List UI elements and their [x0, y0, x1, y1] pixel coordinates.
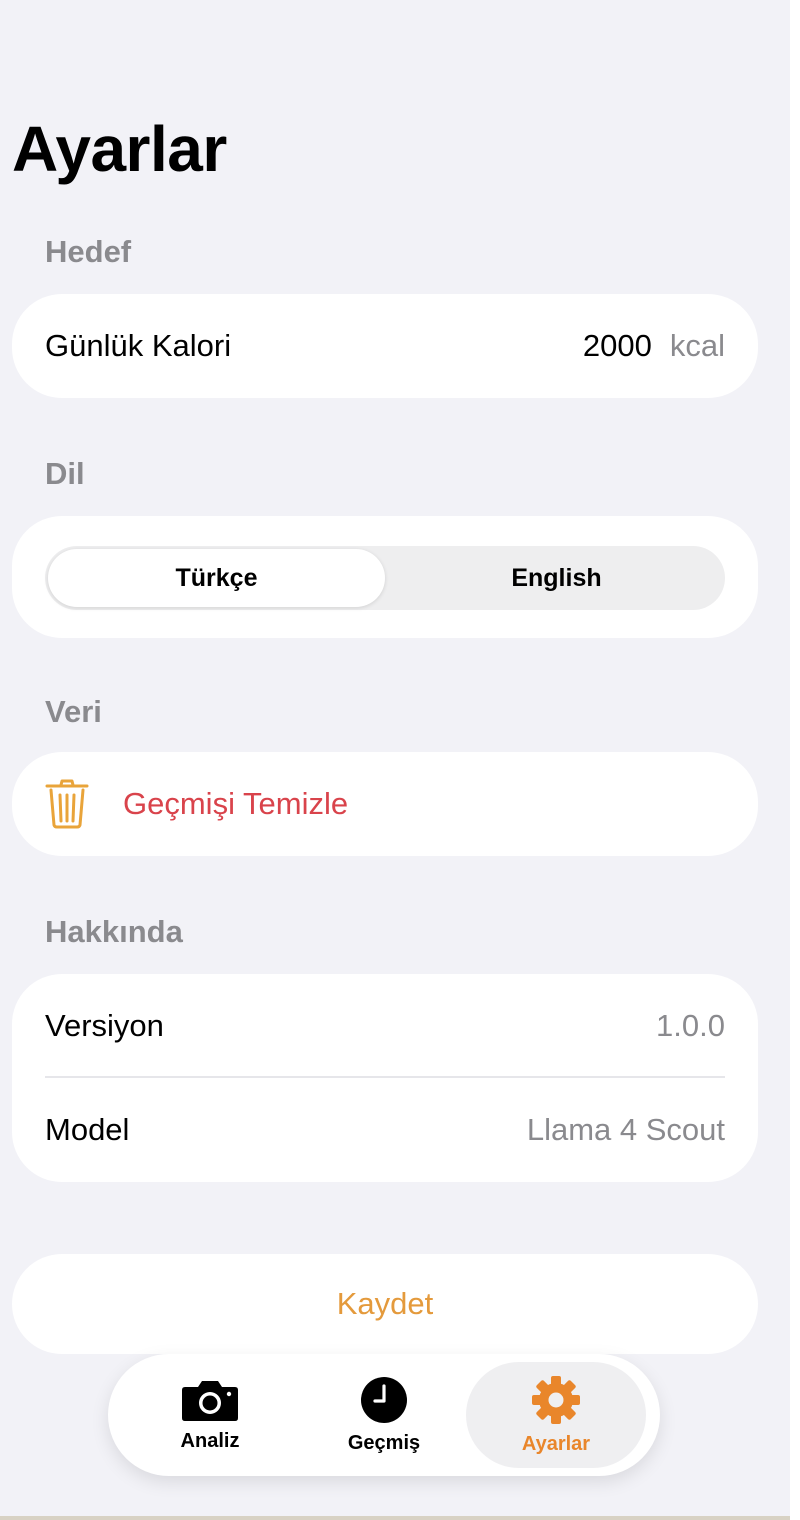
section-header-about: Hakkında — [45, 914, 183, 949]
page-title: Ayarlar — [12, 113, 227, 185]
gear-icon — [531, 1375, 581, 1425]
screen-edge — [790, 0, 800, 1520]
daily-calorie-row[interactable]: Günlük Kalori 2000 kcal — [45, 294, 725, 398]
clear-history-button[interactable]: Geçmişi Temizle — [45, 752, 348, 856]
camera-icon — [181, 1378, 239, 1422]
about-card: Versiyon 1.0.0 Model Llama 4 Scout — [12, 974, 758, 1182]
version-row: Versiyon 1.0.0 — [45, 974, 725, 1078]
data-card: Geçmişi Temizle — [12, 752, 758, 856]
tab-ayarlar[interactable]: Ayarlar — [466, 1362, 646, 1468]
tab-ayarlar-label: Ayarlar — [521, 1432, 591, 1455]
section-header-goal: Hedef — [45, 234, 132, 269]
daily-calorie-value[interactable]: 2000 — [583, 328, 652, 364]
clock-icon — [360, 1376, 408, 1424]
language-option-turkish[interactable]: Türkçe — [48, 549, 385, 607]
tab-bar: Analiz Geçmiş Ayarlar — [108, 1354, 660, 1476]
tab-gecmis[interactable]: Geçmiş — [294, 1362, 474, 1468]
daily-calorie-unit: kcal — [669, 328, 725, 363]
save-button[interactable]: Kaydet — [12, 1254, 758, 1354]
goal-card: Günlük Kalori 2000 kcal — [12, 294, 758, 398]
model-row: Model Llama 4 Scout — [45, 1078, 725, 1182]
clear-history-label: Geçmişi Temizle — [123, 786, 349, 821]
version-value: 1.0.0 — [656, 1008, 725, 1043]
tab-analiz[interactable]: Analiz — [120, 1362, 300, 1468]
model-label: Model — [45, 1112, 130, 1147]
version-label: Versiyon — [45, 1008, 164, 1043]
language-option-english[interactable]: English — [388, 546, 725, 610]
model-value: Llama 4 Scout — [526, 1112, 725, 1147]
trash-icon — [45, 779, 89, 829]
section-header-language: Dil — [45, 456, 85, 491]
language-segmented-control[interactable]: Türkçe English — [45, 546, 725, 610]
daily-calorie-label: Günlük Kalori — [45, 328, 232, 363]
screen-bottom-edge — [0, 1516, 790, 1520]
language-card: Türkçe English — [12, 516, 758, 638]
tab-gecmis-label: Geçmiş — [347, 1431, 421, 1454]
daily-calorie-field[interactable]: 2000 kcal — [583, 328, 725, 364]
tab-analiz-label: Analiz — [180, 1429, 240, 1452]
section-header-data: Veri — [45, 694, 102, 729]
